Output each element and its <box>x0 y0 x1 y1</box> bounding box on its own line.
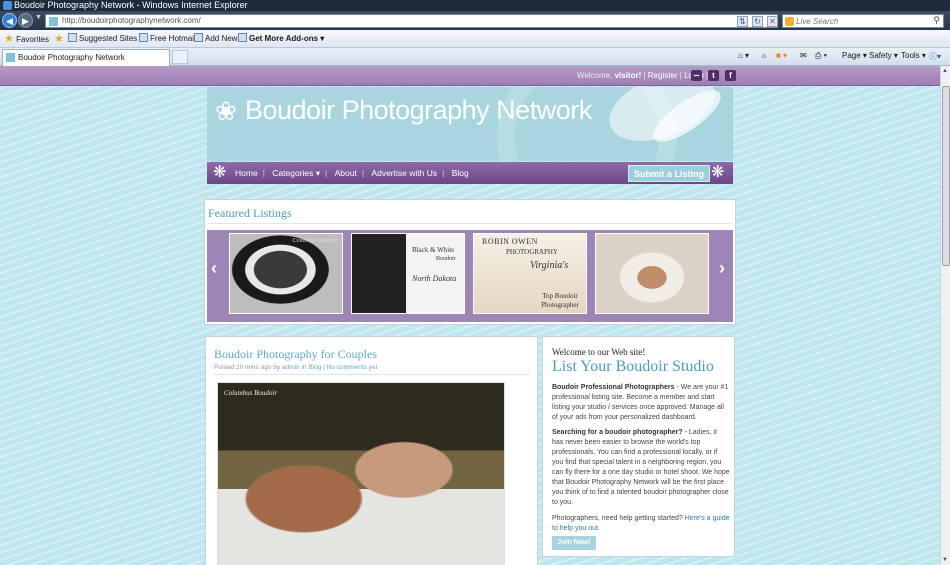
new-tab-button[interactable] <box>172 50 188 64</box>
featured-carousel: ‹ Columbus Boudoir Black & White Boudoir… <box>207 230 733 322</box>
nav-about[interactable]: About <box>335 168 357 178</box>
welcome-sidebar: Welcome to our Web site! List Your Boudo… <box>542 336 735 557</box>
window-title: Boudoir Photography Network - Windows In… <box>14 0 248 10</box>
free-hotmail-link[interactable]: Free Hotmail <box>139 33 196 45</box>
sidebar-paragraph: Searching for a boudoir photographer? - … <box>552 429 730 506</box>
scroll-up-icon[interactable]: ▲ <box>942 68 948 74</box>
nav-advertise[interactable]: Advertise with Us <box>371 168 437 178</box>
listing-thumbnail[interactable]: Black & White Boudoir North Dakota <box>351 233 465 314</box>
search-icon[interactable]: ⚲ <box>933 15 940 26</box>
featured-listings: Featured Listings ‹ Columbus Boudoir Bla… <box>204 199 736 325</box>
help-icon[interactable]: ⓘ▾ <box>929 51 941 62</box>
comments-link[interactable]: No comments yet <box>327 364 378 371</box>
forward-button[interactable]: ▶ <box>18 13 33 28</box>
post-meta: Posted 20 mins ago by admin in Blog | No… <box>214 364 378 371</box>
scroll-down-icon[interactable]: ▼ <box>942 557 948 563</box>
mail-icon[interactable]: ✉ <box>800 51 807 60</box>
home-icon[interactable]: ⌂ ▾ <box>738 51 749 60</box>
blog-post: Boudoir Photography for Couples Posted 2… <box>205 336 538 565</box>
tab-boudoir[interactable]: Boudoir Photography Network <box>2 49 170 66</box>
addons-icon <box>238 33 247 42</box>
history-dropdown-icon[interactable]: ▼ <box>35 14 42 21</box>
refresh-icon[interactable]: ↻ <box>752 16 763 27</box>
vertical-scrollbar[interactable]: ▲ ▼ <box>940 66 950 565</box>
feeds-icon[interactable]: ☼ <box>760 51 767 60</box>
page-menu[interactable]: Page ▾ <box>842 51 867 60</box>
post-image[interactable]: Columbus Boudoir <box>217 382 505 565</box>
star-icon: ★ <box>4 33 14 45</box>
listing-thumbnail[interactable]: Robin Owen Photography Virginia's Top Bo… <box>473 233 587 314</box>
site-favicon-icon <box>49 17 58 26</box>
listing-thumbnail[interactable]: Columbus Boudoir <box>229 233 343 314</box>
divider <box>208 223 732 224</box>
scrollbar-thumb[interactable] <box>942 86 950 266</box>
image-watermark: Columbus Boudoir <box>224 389 278 397</box>
tools-menu[interactable]: Tools ▾ <box>901 51 926 60</box>
logo-flourish-icon: ❀ <box>215 96 237 126</box>
get-more-addons-button[interactable]: Get More Add-ons ▾ <box>238 33 324 45</box>
site-header[interactable]: ❀ Boudoir Photography Network <box>207 87 733 161</box>
suggested-sites-button[interactable]: Suggested Sites ▾ <box>68 33 144 45</box>
nav-home[interactable]: Home <box>235 168 258 178</box>
live-search-icon <box>785 17 794 26</box>
sidebar-paragraph: Photographers, need help getting started… <box>552 515 730 532</box>
favorites-button[interactable]: ★ Favorites <box>4 33 49 46</box>
ie-icon <box>3 1 12 10</box>
tab-favicon-icon <box>6 53 15 62</box>
carousel-next-icon[interactable]: › <box>719 258 725 279</box>
divider <box>214 374 530 375</box>
site-top-bar: Welcome, visitor! | Register | Login | ∽… <box>0 66 940 86</box>
flower-icon: ❋ <box>213 164 227 181</box>
featured-heading: Featured Listings <box>208 206 292 220</box>
search-input[interactable] <box>796 15 926 27</box>
print-icon[interactable]: ⎙ ▾ <box>815 51 827 61</box>
sidebar-heading: List Your Boudoir Studio <box>552 358 714 375</box>
site-logo[interactable]: Boudoir Photography Network <box>245 95 592 126</box>
author-link[interactable]: admin <box>282 364 300 371</box>
window-title-bar: Boudoir Photography Network - Windows In… <box>0 0 950 11</box>
back-button[interactable]: ◀ <box>2 13 17 28</box>
nav-blog[interactable]: Blog <box>452 168 469 178</box>
stop-icon[interactable]: ✕ <box>767 16 778 27</box>
search-box[interactable]: ⚲ <box>782 14 944 28</box>
add-new-link[interactable]: Add New <box>194 33 237 45</box>
safety-menu[interactable]: Safety ▾ <box>869 51 898 60</box>
welcome-text: Welcome, visitor! | Register | Login | <box>576 71 708 80</box>
listing-thumbnail[interactable] <box>595 233 709 314</box>
favorites-bar: ★ Favorites ★ Suggested Sites ▾ Free Hot… <box>0 30 950 48</box>
carousel-prev-icon[interactable]: ‹ <box>211 258 217 279</box>
sidebar-paragraph: Boudoir Professional Photographers - We … <box>552 384 729 421</box>
join-now-button[interactable]: Join Now! <box>552 536 596 550</box>
facebook-icon[interactable]: f <box>725 70 736 81</box>
add-favorites-icon[interactable]: ★ <box>54 33 64 46</box>
suggested-sites-icon <box>68 33 77 42</box>
page-icon <box>194 33 203 42</box>
post-title[interactable]: Boudoir Photography for Couples <box>214 347 377 362</box>
navigation-row: ◀ ▶ ▼ http://boudoirphotographynetwork.c… <box>0 11 950 30</box>
page-viewport: Welcome, visitor! | Register | Login | ∽… <box>0 66 940 565</box>
register-link[interactable]: Register <box>648 71 678 80</box>
compatibility-icon[interactable]: ⇅ <box>737 16 748 27</box>
address-bar[interactable]: http://boudoirphotographynetwork.com/ ▼ <box>45 14 778 28</box>
sidebar-welcome: Welcome to our Web site! <box>552 347 646 357</box>
address-url[interactable]: http://boudoirphotographynetwork.com/ <box>62 16 201 25</box>
flower-icon: ❋ <box>711 164 725 181</box>
hotmail-icon <box>139 33 148 42</box>
tab-row: Boudoir Photography Network ⌂ ▾ ☼ ■ ▾ ✉ … <box>0 48 950 66</box>
category-link[interactable]: Blog <box>308 364 321 371</box>
nav-categories[interactable]: Categories ▾ <box>272 168 320 178</box>
rss-icon[interactable]: ■ ▾ <box>776 51 787 60</box>
submit-listing-button[interactable]: Submit a Listing <box>628 165 710 182</box>
twitter-icon[interactable]: t <box>708 70 719 81</box>
rss-feed-icon[interactable]: ∽ <box>691 70 702 81</box>
